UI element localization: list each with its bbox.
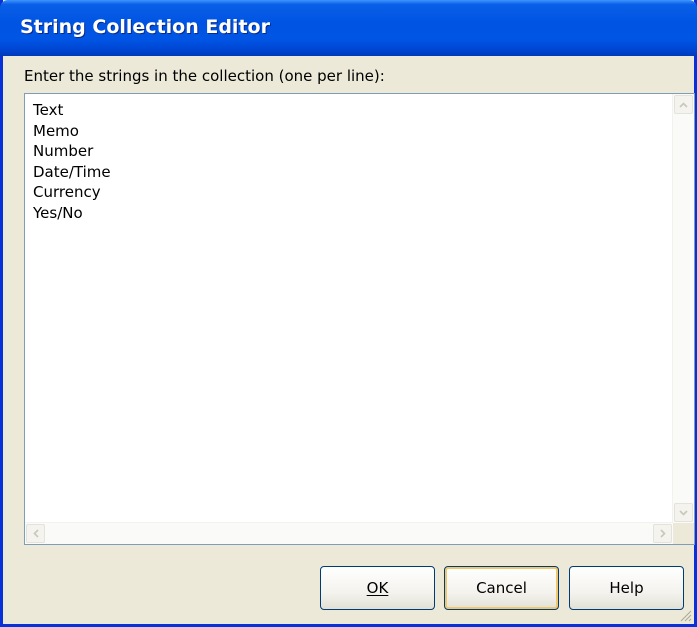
ok-button-label: OK bbox=[366, 579, 389, 597]
string-line: Memo bbox=[33, 121, 79, 140]
string-line: Currency bbox=[33, 183, 101, 201]
scrollbar-corner bbox=[673, 523, 694, 544]
cancel-button-label: Cancel bbox=[476, 579, 527, 597]
resize-grip-icon[interactable] bbox=[678, 608, 692, 622]
chevron-down-icon[interactable] bbox=[674, 503, 693, 522]
vertical-scrollbar[interactable] bbox=[672, 94, 694, 523]
horizontal-scrollbar[interactable] bbox=[25, 522, 673, 544]
window-title: String Collection Editor bbox=[20, 16, 270, 38]
title-bar[interactable]: String Collection Editor bbox=[0, 0, 697, 56]
chevron-up-icon[interactable] bbox=[674, 95, 693, 114]
instruction-label: Enter the strings in the collection (one… bbox=[24, 67, 385, 85]
help-button[interactable]: Help bbox=[569, 566, 684, 610]
strings-list: Text Memo Number Date/Time Currency Yes/… bbox=[33, 100, 111, 223]
dialog-window: String Collection Editor Enter the strin… bbox=[0, 0, 697, 627]
strings-textarea[interactable]: Text Memo Number Date/Time Currency Yes/… bbox=[24, 93, 695, 545]
cancel-button[interactable]: Cancel bbox=[444, 566, 559, 610]
chevron-right-icon[interactable] bbox=[653, 524, 672, 543]
ok-button[interactable]: OK bbox=[320, 566, 435, 610]
string-line: Yes/No bbox=[33, 203, 83, 222]
chevron-left-icon[interactable] bbox=[26, 524, 45, 543]
string-line: Date/Time bbox=[33, 162, 111, 181]
help-button-label: Help bbox=[609, 579, 644, 597]
string-line: Text bbox=[33, 101, 64, 119]
string-line: Number bbox=[33, 142, 94, 160]
